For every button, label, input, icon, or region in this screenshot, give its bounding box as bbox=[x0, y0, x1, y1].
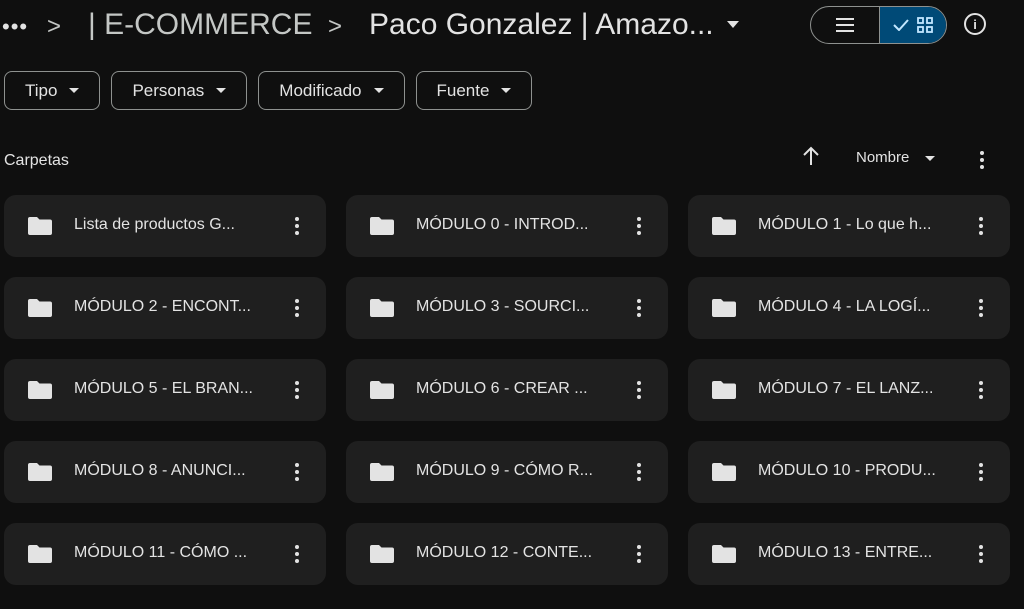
folder-card[interactable]: MÓDULO 0 - INTROD... bbox=[346, 195, 668, 257]
folder-icon bbox=[28, 545, 52, 563]
folder-name: MÓDULO 7 - EL LANZ... bbox=[758, 380, 934, 397]
breadcrumb-ecommerce[interactable]: | E-COMMERCE bbox=[88, 8, 312, 42]
filter-fuente[interactable]: Fuente bbox=[415, 71, 533, 110]
folder-icon bbox=[370, 299, 394, 317]
folder-card[interactable]: MÓDULO 8 - ANUNCI... bbox=[4, 441, 326, 503]
folder-card[interactable]: MÓDULO 6 - CREAR ... bbox=[346, 359, 668, 421]
folder-card[interactable]: MÓDULO 4 - LA LOGÍ... bbox=[688, 277, 1010, 339]
sort-chevron-down-icon[interactable] bbox=[925, 156, 935, 161]
folder-card[interactable]: MÓDULO 7 - EL LANZ... bbox=[688, 359, 1010, 421]
view-toggle bbox=[810, 6, 947, 44]
folder-card[interactable]: MÓDULO 12 - CONTE... bbox=[346, 523, 668, 585]
check-icon bbox=[893, 19, 909, 31]
folder-name: MÓDULO 4 - LA LOGÍ... bbox=[758, 298, 931, 315]
folder-name: MÓDULO 8 - ANUNCI... bbox=[74, 462, 246, 479]
folder-name: MÓDULO 3 - SOURCI... bbox=[416, 298, 590, 315]
more-options-icon[interactable] bbox=[980, 151, 984, 169]
sort-by-button[interactable]: Nombre bbox=[856, 149, 909, 166]
folder-name: MÓDULO 1 - Lo que h... bbox=[758, 216, 932, 233]
folder-icon bbox=[712, 463, 736, 481]
grid-view-button[interactable] bbox=[879, 7, 946, 43]
folder-name: MÓDULO 12 - CONTE... bbox=[416, 544, 593, 561]
filter-label: Modificado bbox=[279, 80, 362, 100]
filter-bar: Tipo Personas Modificado Fuente bbox=[4, 71, 533, 110]
more-options-icon[interactable] bbox=[979, 463, 983, 481]
folder-icon bbox=[370, 217, 394, 235]
list-icon bbox=[836, 18, 854, 32]
folder-card[interactable]: MÓDULO 3 - SOURCI... bbox=[346, 277, 668, 339]
folder-icon bbox=[370, 381, 394, 399]
chevron-down-icon bbox=[501, 88, 512, 93]
folder-card[interactable]: MÓDULO 1 - Lo que h... bbox=[688, 195, 1010, 257]
grid-icon bbox=[917, 17, 933, 33]
folder-name: MÓDULO 2 - ENCONT... bbox=[74, 298, 251, 315]
more-options-icon[interactable] bbox=[979, 545, 983, 563]
folder-card[interactable]: MÓDULO 11 - CÓMO ... bbox=[4, 523, 326, 585]
folder-grid: Lista de productos G... MÓDULO 0 - INTROD… bbox=[4, 195, 1010, 585]
folder-icon bbox=[28, 463, 52, 481]
top-bar: ••• > | E-COMMERCE > Paco Gonzalez | Ama… bbox=[0, 0, 1024, 56]
more-options-icon[interactable] bbox=[979, 217, 983, 235]
folder-card[interactable]: MÓDULO 9 - CÓMO R... bbox=[346, 441, 668, 503]
filter-label: Fuente bbox=[436, 80, 490, 100]
more-options-icon[interactable] bbox=[295, 545, 299, 563]
filter-label: Tipo bbox=[25, 80, 58, 100]
breadcrumb-separator-icon: > bbox=[328, 13, 343, 40]
breadcrumb-separator-icon: > bbox=[47, 13, 62, 40]
folder-icon bbox=[712, 299, 736, 317]
more-options-icon[interactable] bbox=[295, 463, 299, 481]
sort-direction-icon[interactable] bbox=[801, 145, 821, 167]
folder-icon bbox=[712, 545, 736, 563]
folder-menu-caret-icon[interactable] bbox=[727, 21, 739, 28]
chevron-down-icon bbox=[216, 88, 227, 93]
list-view-button[interactable] bbox=[811, 7, 879, 43]
chevron-down-icon bbox=[373, 88, 384, 93]
more-options-icon[interactable] bbox=[637, 463, 641, 481]
folder-card[interactable]: MÓDULO 13 - ENTRE... bbox=[688, 523, 1010, 585]
folder-name: MÓDULO 9 - CÓMO R... bbox=[416, 462, 593, 479]
folder-card[interactable]: MÓDULO 10 - PRODU... bbox=[688, 441, 1010, 503]
more-options-icon[interactable] bbox=[979, 381, 983, 399]
more-options-icon[interactable] bbox=[295, 381, 299, 399]
folder-name: Lista de productos G... bbox=[74, 216, 235, 233]
filter-tipo[interactable]: Tipo bbox=[4, 71, 101, 110]
folder-icon bbox=[370, 545, 394, 563]
folder-card[interactable]: MÓDULO 5 - EL BRAN... bbox=[4, 359, 326, 421]
filter-personas[interactable]: Personas bbox=[111, 71, 248, 110]
folder-name: MÓDULO 10 - PRODU... bbox=[758, 462, 936, 479]
folder-icon bbox=[370, 463, 394, 481]
chevron-down-icon bbox=[69, 88, 80, 93]
folder-name: MÓDULO 13 - ENTRE... bbox=[758, 544, 933, 561]
folder-name: MÓDULO 5 - EL BRAN... bbox=[74, 380, 253, 397]
more-options-icon[interactable] bbox=[637, 545, 641, 563]
filter-label: Personas bbox=[132, 80, 205, 100]
more-breadcrumbs-icon[interactable]: ••• bbox=[2, 14, 28, 40]
more-options-icon[interactable] bbox=[295, 217, 299, 235]
breadcrumb-current-folder[interactable]: Paco Gonzalez | Amazo... bbox=[369, 8, 714, 42]
folder-name: MÓDULO 6 - CREAR ... bbox=[416, 380, 588, 397]
more-options-icon[interactable] bbox=[637, 381, 641, 399]
more-options-icon[interactable] bbox=[637, 299, 641, 317]
folder-icon bbox=[712, 381, 736, 399]
more-options-icon[interactable] bbox=[979, 299, 983, 317]
folder-icon bbox=[28, 217, 52, 235]
folder-name: MÓDULO 11 - CÓMO ... bbox=[74, 544, 248, 561]
folder-name: MÓDULO 0 - INTROD... bbox=[416, 216, 589, 233]
folder-icon bbox=[28, 299, 52, 317]
folder-icon bbox=[28, 381, 52, 399]
info-icon[interactable]: i bbox=[964, 13, 986, 35]
more-options-icon[interactable] bbox=[637, 217, 641, 235]
filter-modificado[interactable]: Modificado bbox=[258, 71, 405, 110]
folder-card[interactable]: Lista de productos G... bbox=[4, 195, 326, 257]
more-options-icon[interactable] bbox=[295, 299, 299, 317]
folder-icon bbox=[712, 217, 736, 235]
section-title: Carpetas bbox=[4, 152, 69, 169]
folder-card[interactable]: MÓDULO 2 - ENCONT... bbox=[4, 277, 326, 339]
